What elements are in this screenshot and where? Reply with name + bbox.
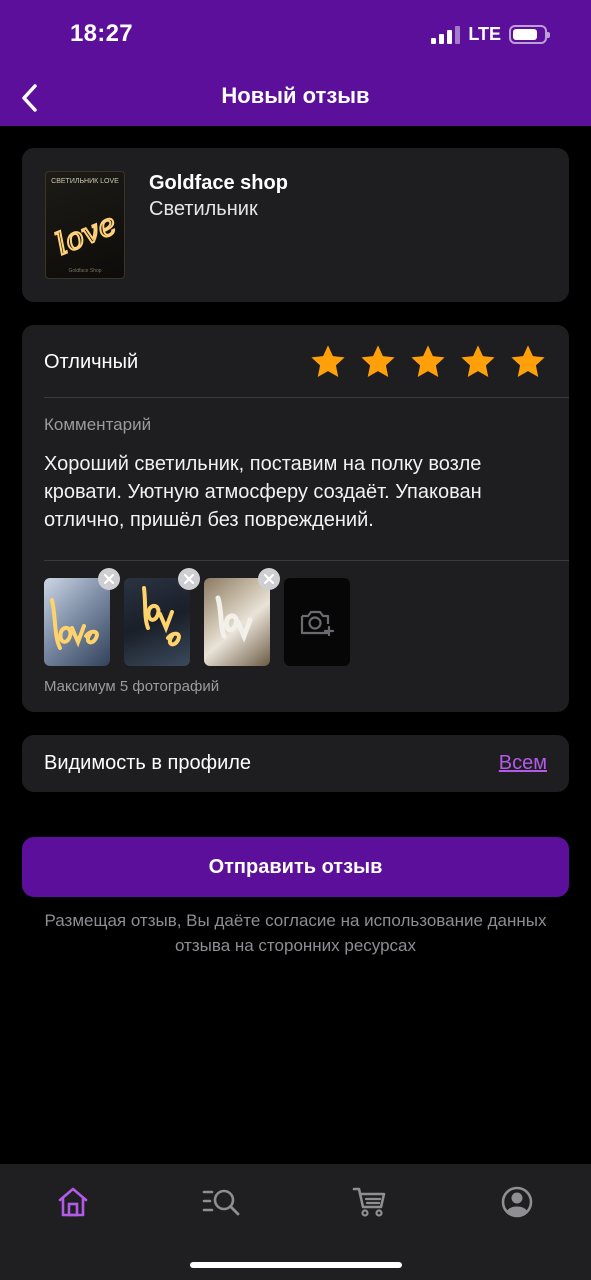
catalog-search-icon [202,1189,240,1216]
comment-label: Комментарий [44,415,152,434]
close-icon [264,574,274,584]
love-neon-icon: love [50,206,123,264]
battery-icon [509,25,550,44]
battery-level [513,29,537,40]
photo-thumbnail[interactable] [124,568,200,666]
rating-stars [309,343,547,381]
divider [44,560,569,561]
neon-word: love [51,207,122,263]
product-card: СВЕТИЛЬНИК LOVE love Goldface Shop Goldf… [22,148,569,302]
add-photo-button[interactable] [284,578,350,666]
submit-review-button[interactable]: Отправить отзыв [22,837,569,897]
status-bar: 18:27 LTE [0,0,591,70]
remove-photo-button[interactable] [178,568,200,590]
star-icon[interactable] [409,343,447,381]
star-icon[interactable] [309,343,347,381]
consent-disclaimer: Размещая отзыв, Вы даёте согласие на исп… [44,911,547,955]
love-neon-icon [50,598,99,650]
signal-icon [431,25,461,44]
tab-cart[interactable] [345,1182,395,1222]
photo-hint: Максимум 5 фотографий [44,678,220,695]
star-icon[interactable] [509,343,547,381]
product-image: СВЕТИЛЬНИК LOVE love Goldface Shop [45,171,125,279]
comment-field[interactable]: Хороший светильник, поставим на полку во… [44,450,547,534]
network-type: LTE [468,24,501,44]
tab-profile[interactable] [492,1182,542,1222]
camera-plus-icon [300,610,335,637]
close-icon [184,574,194,584]
star-icon[interactable] [459,343,497,381]
love-neon-icon [142,586,181,647]
nav-bar: Новый отзыв [0,70,591,126]
status-indicators: LTE [431,24,550,45]
profile-icon [501,1186,533,1218]
star-icon[interactable] [359,343,397,381]
tab-catalog[interactable] [197,1182,247,1222]
remove-photo-button[interactable] [258,568,280,590]
rating-label: Отличный [44,351,139,373]
product-name: Светильник [149,198,258,220]
product-image-brand: Goldface Shop [68,268,102,274]
review-card: Отличный Комментарий Хороший светильник,… [22,325,569,712]
close-icon [104,574,114,584]
home-indicator [190,1262,402,1268]
status-time: 18:27 [70,20,133,47]
photo-thumbnail[interactable] [44,568,120,666]
visibility-setting[interactable]: Видимость в профиле Всем [22,735,569,792]
photo-thumbnail[interactable] [204,568,280,666]
page-title: Новый отзыв [221,83,370,108]
visibility-value-link[interactable]: Всем [499,752,547,775]
remove-photo-button[interactable] [98,568,120,590]
cart-icon [352,1187,386,1217]
photo-list [44,568,350,666]
tab-home[interactable] [48,1182,98,1222]
home-icon [58,1187,88,1217]
love-neon-icon [215,595,253,643]
shop-name: Goldface shop [149,172,288,194]
divider [44,397,569,398]
visibility-label: Видимость в профиле [44,752,252,774]
